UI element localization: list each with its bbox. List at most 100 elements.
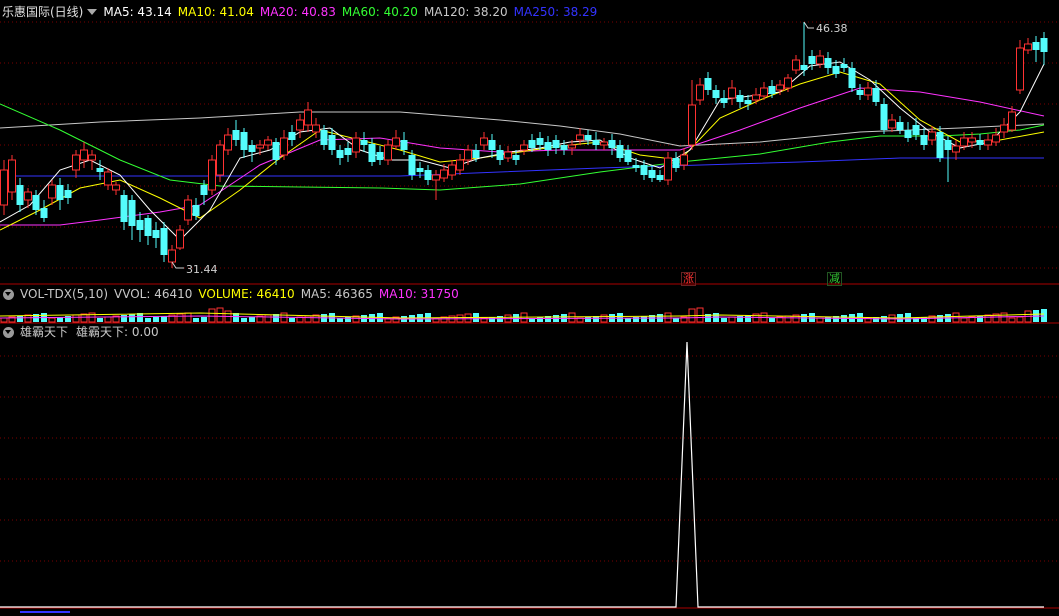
candle-body-up (600, 141, 608, 146)
candle-body-up (504, 151, 512, 159)
candle-body-down (360, 140, 368, 145)
candle-body-down (768, 86, 776, 94)
candle-body-down (248, 145, 256, 152)
candle-body-down (976, 140, 984, 145)
volume-bar-up (72, 314, 80, 323)
candle-body-down (336, 150, 344, 158)
candle-body-up (1008, 111, 1016, 131)
volume-bar-down (145, 318, 151, 322)
volume-bar-up (104, 316, 112, 323)
candle-body-up (304, 109, 312, 126)
volume-bar-down (769, 318, 775, 322)
volume-bar-up (264, 314, 272, 323)
candle-body-down (560, 145, 568, 150)
candle-body-down (144, 218, 152, 236)
candle-body-down (552, 140, 560, 148)
candle-body-down (632, 165, 640, 168)
collapse-circle-icon[interactable] (3, 289, 14, 300)
volume-bars (0, 307, 1047, 323)
candle-body-up (696, 84, 704, 101)
main-legend: 乐惠国际(日线) MA5: 43.14 MA10: 41.04 MA20: 40.83… (0, 4, 609, 20)
volume-bar-down (745, 315, 751, 322)
candlesticks (0, 22, 1048, 268)
candle-body-up (480, 137, 488, 146)
volume-bar-down (153, 317, 159, 322)
candle-body-up (888, 119, 896, 129)
vol-legend-item-0: VVOL: 46410 (114, 287, 193, 301)
volume-bar-up (1000, 312, 1008, 323)
candle-body-down (528, 140, 536, 148)
candle-body-up (208, 159, 216, 191)
candle-body-up (1000, 124, 1008, 133)
high-leader-line (803, 21, 814, 29)
volume-bar-down (1041, 309, 1047, 322)
indicator-line (0, 341, 1044, 613)
volume-bar-up (304, 315, 312, 323)
candle-body-up (664, 157, 672, 181)
volume-bar-up (1016, 316, 1024, 323)
candle-body-up (256, 144, 264, 149)
rise-signal-badge: 涨 (681, 272, 696, 286)
high-price-label: 46.38 (816, 22, 848, 35)
volume-bar-down (369, 314, 375, 322)
candle-body-up (24, 191, 32, 201)
volume-bar-down (193, 318, 199, 322)
stock-chart-canvas[interactable]: 46.38 31.44 (0, 0, 1059, 616)
candle-body-down (400, 140, 408, 150)
volume-bar-up (48, 317, 56, 323)
candle-body-up (688, 104, 696, 146)
candle-body-up (432, 174, 440, 181)
candle-body-up (752, 94, 760, 101)
indicator-value: 雄霸天下: 0.00 (76, 325, 159, 339)
candle-body-down (624, 150, 632, 162)
volume-bar-down (537, 317, 543, 322)
ma-legend-item-3: MA60: 40.20 (341, 5, 418, 19)
candle-body-down (232, 130, 240, 140)
candle-body-up (776, 84, 784, 91)
candle-body-up (984, 139, 992, 146)
candle-body-up (168, 249, 176, 263)
candle-body-up (520, 144, 528, 151)
volume-bar-down (161, 316, 167, 322)
candle-body-down (192, 205, 200, 216)
volume-bar-down (673, 318, 679, 322)
candle-body-down (344, 148, 352, 155)
volume-bar-up (184, 312, 192, 323)
candle-body-down (648, 170, 656, 178)
candle-body-down (744, 100, 752, 104)
collapse-circle-icon[interactable] (3, 327, 14, 338)
vol-legend-item-3: MA10: 31750 (378, 287, 459, 301)
candle-body-up (264, 139, 272, 146)
candle-body-up (440, 169, 448, 179)
candle-body-down (328, 135, 336, 150)
volume-bar-down (97, 318, 103, 322)
candle-body-down (424, 170, 432, 180)
dropdown-icon[interactable] (87, 9, 98, 15)
indicator-name[interactable]: 雄霸天下 (20, 325, 68, 339)
candle-body-down (136, 220, 144, 230)
candle-body-down (832, 66, 840, 74)
candle-body-down (1040, 38, 1048, 52)
candle-body-down (720, 98, 728, 103)
candle-body-up (1024, 43, 1032, 51)
low-price-label: 31.44 (186, 263, 218, 276)
candle-body-down (872, 88, 880, 102)
candle-body-down (96, 168, 104, 172)
candle-body-down (904, 130, 912, 138)
candle-body-down (320, 130, 328, 145)
chart-title[interactable]: 乐惠国际(日线) (2, 5, 83, 19)
volume-bar-down (641, 316, 647, 322)
candle-body-up (576, 134, 584, 141)
candle-body-down (272, 142, 280, 160)
volume-bar-down (617, 313, 623, 322)
candle-body-down (368, 144, 376, 162)
candle-body-down (416, 168, 424, 172)
volume-indicator-name[interactable]: VOL-TDX(5,10) (20, 287, 108, 301)
candle-body-up (952, 145, 960, 153)
volume-bar-up (176, 313, 184, 323)
volume-bar-down (585, 317, 591, 322)
candle-body-up (224, 134, 232, 151)
candle-body-down (704, 78, 712, 90)
indicator-spike-line (0, 341, 1044, 608)
volume-bar-down (17, 316, 23, 322)
